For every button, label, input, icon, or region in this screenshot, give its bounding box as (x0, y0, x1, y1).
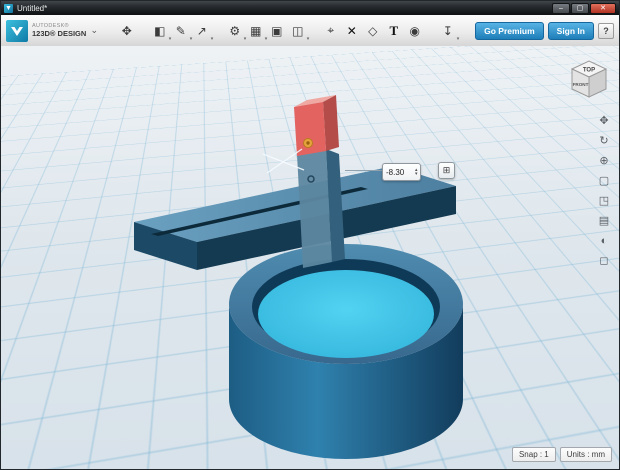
caret-down-icon: ▾ (456, 35, 460, 42)
text-button[interactable]: T (383, 19, 404, 43)
brand-line2: 123D® DESIGN (32, 29, 87, 38)
delete-icon: ✕ (346, 23, 357, 38)
view-settings-icon: ▤ (598, 215, 610, 227)
zoom-window-button[interactable]: ◳ (595, 192, 613, 209)
feature-gear-center (306, 141, 310, 145)
viewcube-front-label: FRONT (573, 82, 589, 87)
fit-view-icon: ▢ (598, 175, 610, 187)
zoom-window-icon: ◳ (598, 195, 610, 207)
brand-text: AUTODESK® 123D® DESIGN (32, 23, 87, 38)
combine-button[interactable]: ◫ ▾ (287, 19, 310, 43)
viewcube-top-label: TOP (583, 68, 595, 74)
snap-icon: ◉ (409, 23, 421, 38)
snap-setting[interactable]: Snap : 1 (511, 447, 556, 462)
chevron-down-icon: ⌄ (90, 25, 99, 35)
view-cube[interactable]: TOP FRONT (567, 56, 611, 102)
primitives-button[interactable]: ◧ ▾ (149, 19, 171, 43)
app-window: ▼ Untitled* – ▢ ✕ AUTODESK® 123D® DESIGN… (0, 0, 620, 470)
close-icon: ✕ (600, 4, 606, 12)
sketch-button[interactable]: ✎ ▾ (170, 19, 193, 43)
help-button[interactable]: ? (598, 22, 614, 39)
window-title: Untitled* (17, 3, 48, 13)
selected-extrusion-front[interactable] (294, 102, 326, 156)
orbit-button[interactable]: ↻ (595, 132, 613, 149)
app-menu-chevron[interactable]: ⌄ (88, 21, 100, 41)
construct-button[interactable]: ↗ ▾ (191, 19, 214, 43)
modify-button[interactable]: ⚙ ▾ (224, 19, 246, 43)
column-front-face[interactable] (297, 149, 332, 268)
app-icon: ▼ (4, 3, 13, 13)
measure-icon: ⌖ (327, 23, 335, 37)
modify-icon: ⚙ (229, 23, 241, 38)
pattern-button[interactable]: ▦ ▾ (245, 19, 267, 43)
transform-button[interactable]: ✥ (116, 19, 137, 43)
title-bar[interactable]: ▼ Untitled* – ▢ ✕ (1, 1, 619, 15)
export-button[interactable]: ↧ ▾ (437, 19, 460, 43)
delete-button[interactable]: ✕ (341, 19, 362, 43)
cylinder-cavity-floor[interactable] (258, 270, 434, 358)
main-toolbar: AUTODESK® 123D® DESIGN ⌄ ✥ ◧ ▾ ✎ ▾ ↗ ▾ ⚙ ▾ ▦… (1, 15, 619, 47)
display-mode-icon: ◻ (599, 255, 609, 267)
sketch-icon: ✎ (175, 23, 186, 38)
export-icon: ↧ (442, 23, 453, 38)
pan-button[interactable]: ✥ (595, 112, 613, 129)
help-icon: ? (603, 25, 609, 36)
status-bar: Snap : 1 Units : mm (511, 447, 612, 462)
go-premium-button[interactable]: Go Premium (475, 21, 544, 40)
measure-button[interactable]: ⌖ (320, 19, 341, 43)
model-3d-view[interactable] (1, 46, 619, 469)
maximize-icon: ▢ (576, 4, 584, 12)
material-icon: ◐ (600, 234, 608, 247)
primitives-icon: ◧ (154, 23, 166, 38)
caret-down-icon: ▾ (210, 35, 214, 42)
grid-icon: ⊞ (442, 165, 451, 175)
extrude-height-input[interactable] (385, 167, 415, 177)
view-settings-button[interactable]: ▤ (595, 212, 613, 229)
units-setting[interactable]: Units : mm (559, 447, 612, 462)
navigation-toolbar: ✥ ↻ ⊕ ▢ ◳ ▤ ◐ ◻ (595, 112, 613, 269)
logo-glyph (11, 26, 23, 36)
fit-view-button[interactable]: ▢ (595, 172, 613, 189)
close-button[interactable]: ✕ (590, 2, 616, 14)
viewport[interactable]: TOP FRONT ✥ ↻ ⊕ ▢ ◳ ▤ ◐ ◻ ▴ ▾ ⊞ (1, 46, 619, 469)
pattern-icon: ▦ (250, 23, 262, 38)
display-mode-button[interactable]: ◻ (595, 252, 613, 269)
construct-icon: ↗ (196, 23, 207, 38)
minimize-icon: – (559, 4, 563, 12)
maximize-button[interactable]: ▢ (571, 2, 589, 14)
caret-down-icon: ▾ (306, 35, 310, 42)
tool-strip: ✥ ◧ ▾ ✎ ▾ ↗ ▾ ⚙ ▾ ▦ ▾ ▣ ◫ ▾ ⌖ ✕ ◇ T ◉ ↧ ▾ (106, 19, 460, 43)
dimension-options-button[interactable]: ⊞ (438, 162, 455, 179)
pan-icon: ✥ (599, 115, 609, 127)
text-icon: T (389, 22, 399, 38)
grouping-icon: ▣ (271, 23, 283, 38)
primitive-box-button[interactable]: ◇ (362, 19, 383, 43)
zoom-button[interactable]: ⊕ (595, 152, 613, 169)
app-logo[interactable] (6, 19, 28, 42)
grouping-button[interactable]: ▣ (266, 19, 287, 43)
dimension-leader-line (345, 170, 382, 171)
dimension-input-group: ▴ ▾ (382, 163, 421, 181)
zoom-icon: ⊕ (599, 155, 609, 167)
transform-icon: ✥ (121, 23, 132, 38)
combine-icon: ◫ (292, 23, 304, 38)
dimension-spinner[interactable]: ▴ ▾ (415, 168, 418, 177)
sign-in-button[interactable]: Sign In (547, 21, 594, 40)
material-button[interactable]: ◐ (595, 232, 613, 249)
orbit-icon: ↻ (599, 135, 609, 147)
primitive-box-icon: ◇ (368, 23, 378, 38)
minimize-button[interactable]: – (552, 2, 570, 14)
snap-button[interactable]: ◉ (404, 19, 425, 43)
manipulator-arrow[interactable] (266, 148, 303, 174)
spinner-down-icon[interactable]: ▾ (415, 172, 418, 177)
